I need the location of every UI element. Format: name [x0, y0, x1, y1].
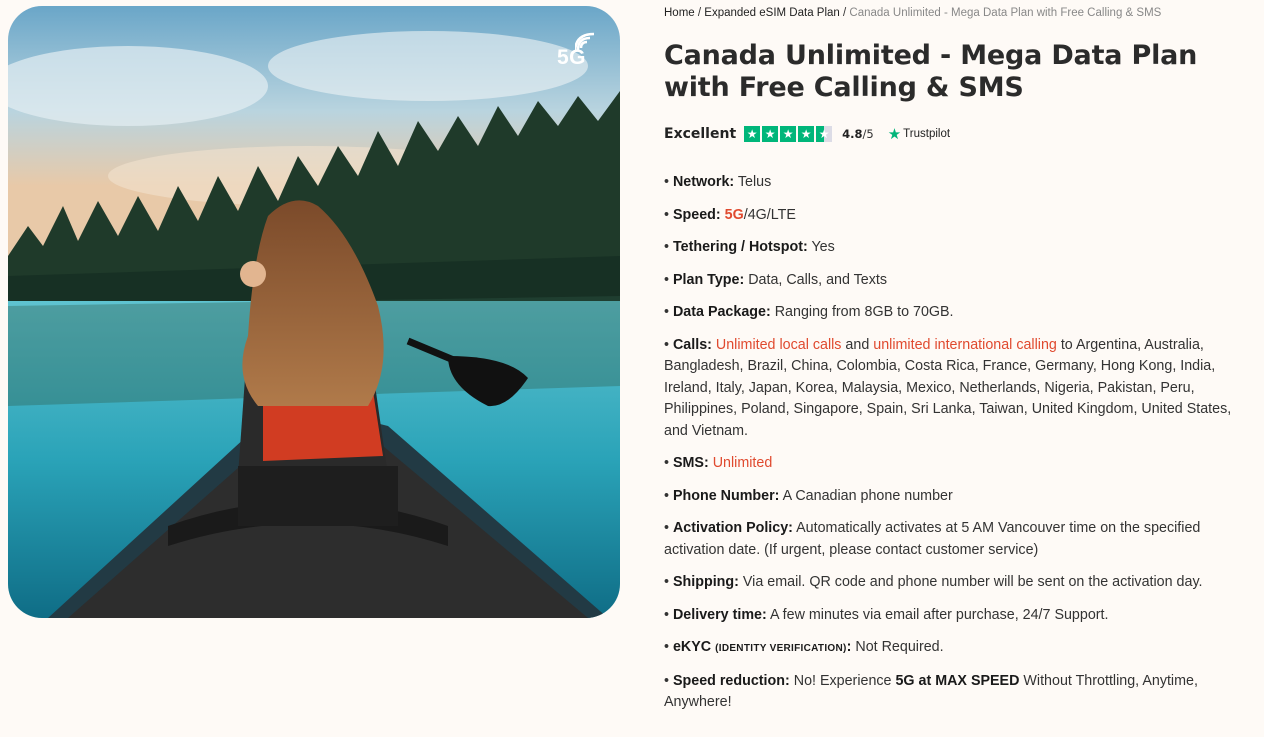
- spec-calls: • Calls: Unlimited local calls and unlim…: [664, 336, 1232, 439]
- spec-value: Yes: [811, 239, 835, 255]
- spec-key: Data Package:: [672, 304, 771, 320]
- spec-key: Delivery time:: [672, 606, 767, 623]
- breadcrumb-home[interactable]: Home: [664, 7, 695, 19]
- trustpilot-logo: ★ Trustpilot: [888, 125, 950, 143]
- spec-key: Shipping:: [672, 574, 739, 590]
- spec-speed-reduction: • Speed reduction: No! Experience 5G at …: [664, 672, 1198, 711]
- spec-key: eKYC: [672, 639, 712, 655]
- spec-highlight: unlimited international calling: [873, 336, 1057, 353]
- spec-value: Not Required.: [855, 639, 944, 655]
- spec-data-package: • Data Package: Ranging from 8GB to 70GB…: [664, 304, 954, 320]
- spec-network: • Network: Telus: [664, 174, 772, 190]
- spec-key: Activation Policy:: [672, 520, 793, 536]
- breadcrumb-expanded-esim[interactable]: Expanded eSIM Data Plan: [704, 7, 840, 19]
- spec-plan-type: • Plan Type: Data, Calls, and Texts: [664, 271, 888, 288]
- canoe-lake-photo: [8, 6, 620, 618]
- spec-list: • Network: Telus • Speed: 5G/4G/LTE • Te…: [664, 172, 1254, 725]
- spec-value: Ranging from 8GB to 70GB.: [774, 304, 954, 320]
- spec-value: /4G/LTE: [743, 206, 796, 223]
- rating-score-value: 4.8: [842, 127, 863, 141]
- spec-value: No! Experience: [793, 672, 896, 689]
- rating-score: 4.8/5: [842, 127, 874, 141]
- spec-shipping: • Shipping: Via email. QR code and phone…: [664, 574, 1203, 590]
- spec-key-sub: (IDENTITY VERIFICATION): [715, 643, 847, 654]
- product-image: 5G: [8, 6, 620, 618]
- trustpilot-star-icon: ★: [887, 126, 902, 143]
- breadcrumb-separator: /: [694, 7, 705, 19]
- spec-highlight: Unlimited: [712, 455, 773, 471]
- breadcrumb: Home / Expanded eSIM Data Plan / Canada …: [664, 7, 1161, 19]
- spec-value: A few minutes via email after purchase, …: [769, 606, 1109, 623]
- spec-highlight: Unlimited local calls: [715, 336, 842, 353]
- star-icon: ★: [780, 126, 797, 142]
- spec-key: Speed reduction:: [672, 672, 790, 689]
- rating-stars: ★ ★ ★ ★ ★: [744, 126, 833, 142]
- signal-waves-icon: [574, 32, 601, 54]
- spec-key: SMS:: [672, 455, 709, 471]
- trustpilot-rating[interactable]: Excellent ★ ★ ★ ★ ★ 4.8/5 ★ Trustpilot: [664, 124, 950, 144]
- spec-highlight: 5G at MAX SPEED: [895, 672, 1020, 689]
- 5g-badge: 5G: [557, 32, 595, 70]
- spec-speed: • Speed: 5G/4G/LTE: [664, 206, 796, 223]
- spec-value: Via email. QR code and phone number will…: [742, 574, 1203, 590]
- rating-score-max: /5: [862, 127, 874, 141]
- spec-ekyc: • eKYC (IDENTITY VERIFICATION): Not Requ…: [664, 639, 944, 655]
- spec-key: Calls:: [672, 336, 712, 353]
- spec-value: Data, Calls, and Texts: [748, 271, 888, 288]
- spec-highlight: 5G: [724, 206, 744, 223]
- rating-label: Excellent: [664, 126, 737, 142]
- spec-key: Tethering / Hotspot:: [672, 239, 808, 255]
- star-icon: ★: [798, 126, 815, 142]
- spec-key: Plan Type:: [672, 271, 745, 288]
- spec-delivery-time: • Delivery time: A few minutes via email…: [664, 606, 1109, 623]
- spec-key: Speed:: [672, 206, 721, 223]
- star-icon: ★: [762, 126, 779, 142]
- spec-key: Network:: [672, 174, 735, 190]
- spec-phone-number: • Phone Number: A Canadian phone number: [664, 487, 953, 504]
- trustpilot-label: Trustpilot: [903, 128, 951, 140]
- spec-value: A Canadian phone number: [782, 487, 953, 504]
- breadcrumb-separator: /: [839, 7, 850, 19]
- spec-value: Telus: [737, 174, 772, 190]
- spec-key: Phone Number:: [672, 487, 780, 504]
- spec-sms: • SMS: Unlimited: [664, 455, 773, 471]
- half-star-icon: ★: [816, 126, 833, 142]
- spec-key-colon: :: [846, 639, 852, 655]
- breadcrumb-current: Canada Unlimited - Mega Data Plan with F…: [849, 7, 1162, 19]
- spec-activation-policy: • Activation Policy: Automatically activ…: [664, 520, 1201, 558]
- spec-tethering: • Tethering / Hotspot: Yes: [664, 239, 835, 255]
- spec-value: and: [841, 336, 874, 353]
- star-icon: ★: [744, 126, 761, 142]
- product-title: Canada Unlimited - Mega Data Plan with F…: [664, 40, 1198, 103]
